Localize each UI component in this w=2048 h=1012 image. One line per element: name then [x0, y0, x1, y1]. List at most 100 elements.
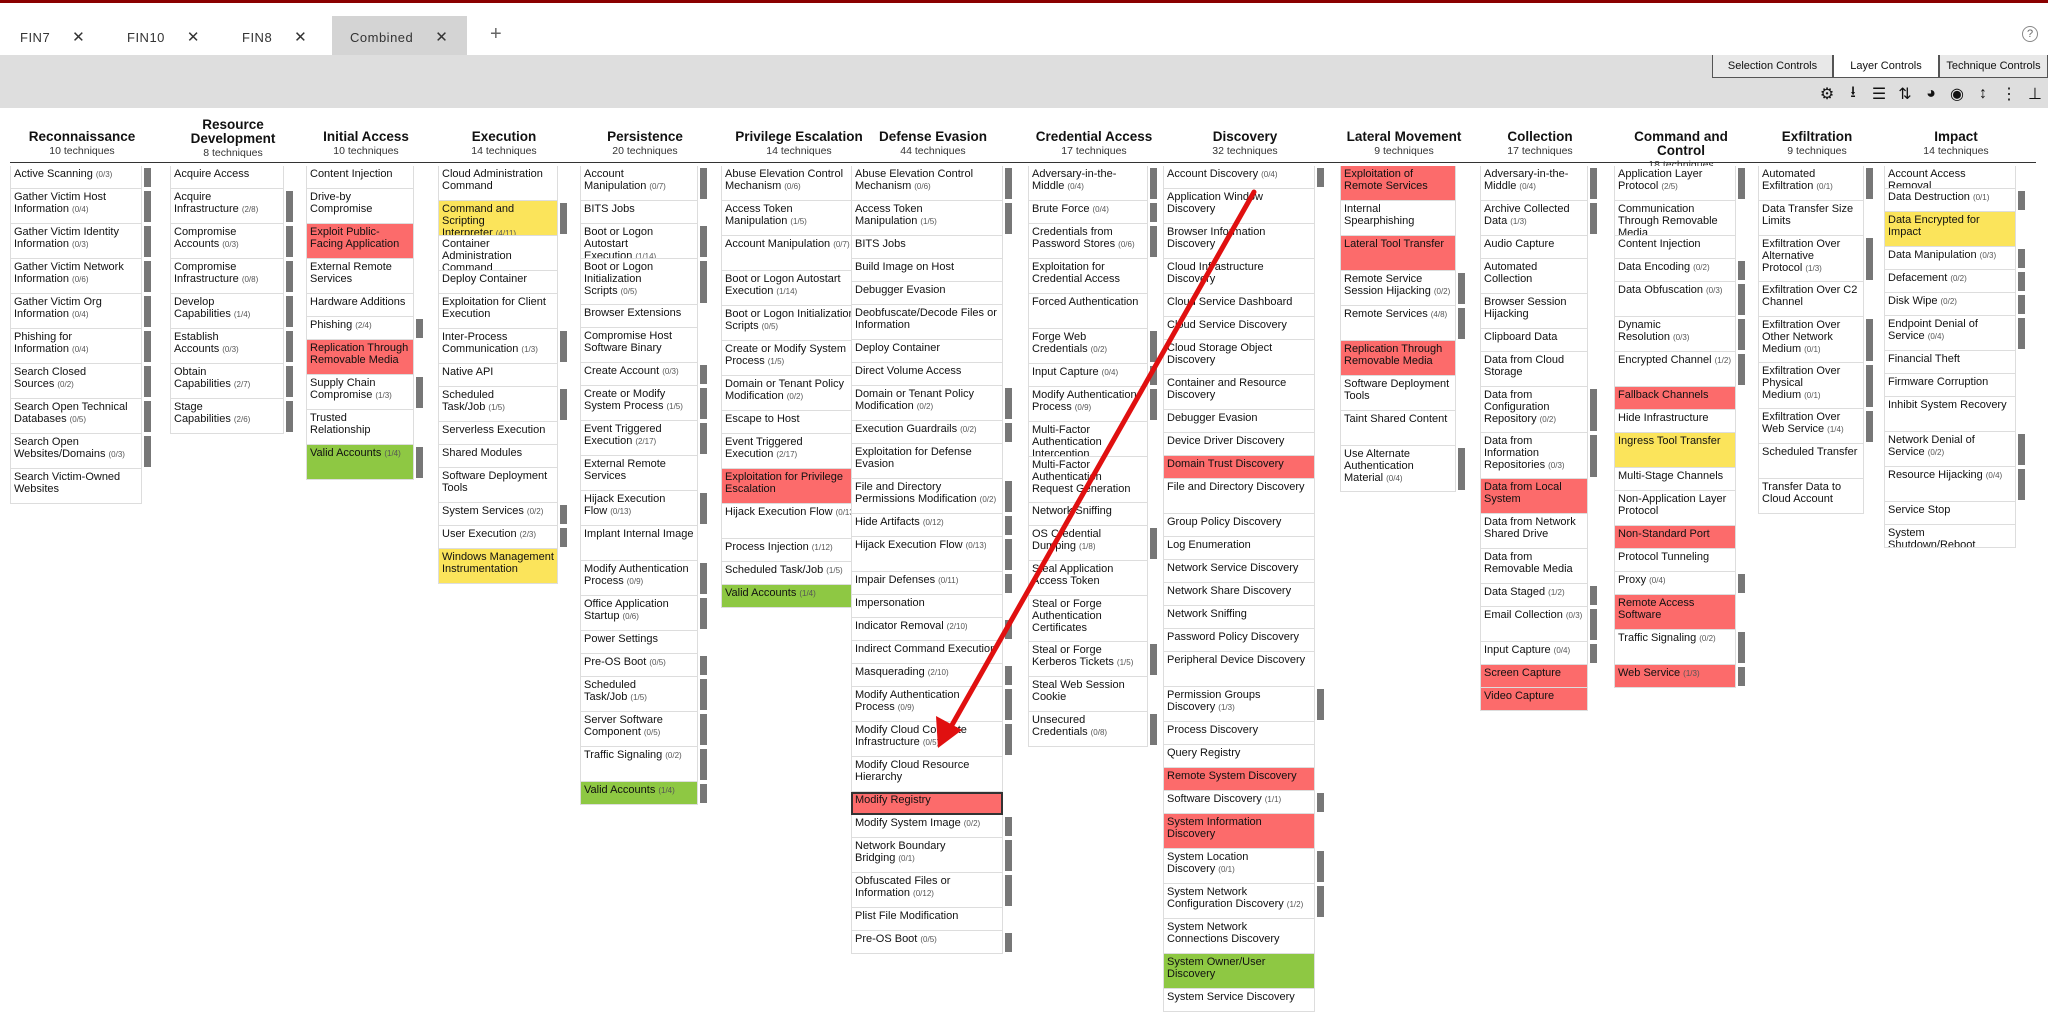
technique-cell[interactable]: Gather Victim Identity Information (0/3): [10, 224, 142, 259]
technique-cell[interactable]: Modify System Image (0/2): [851, 815, 1003, 838]
technique-cell[interactable]: Protocol Tunneling: [1614, 549, 1736, 572]
technique-cell[interactable]: Credentials from Password Stores (0/6): [1028, 224, 1148, 259]
expand-subtechniques-handle[interactable]: [1005, 666, 1012, 685]
expand-subtechniques-handle[interactable]: [700, 714, 707, 745]
close-icon[interactable]: ✕: [72, 28, 85, 46]
technique-cell[interactable]: Network Share Discovery: [1163, 583, 1315, 606]
technique-cell[interactable]: Browser Extensions: [580, 305, 698, 328]
expand-subtechniques-handle[interactable]: [1738, 574, 1745, 593]
technique-cell[interactable]: Domain or Tenant Policy Modification (0/2…: [851, 386, 1003, 421]
expand-subtechniques-handle[interactable]: [1005, 875, 1012, 906]
technique-cell[interactable]: Exploitation for Client Execution: [438, 294, 558, 329]
expand-subtechniques-handle[interactable]: [1005, 388, 1012, 419]
technique-cell[interactable]: Impair Defenses (0/11): [851, 572, 1003, 595]
technique-cell[interactable]: Endpoint Denial of Service (0/4): [1884, 316, 2016, 351]
technique-cell[interactable]: Remote System Discovery: [1163, 768, 1315, 791]
expand-subtechniques-handle[interactable]: [1150, 389, 1157, 420]
expand-subtechniques-handle[interactable]: [144, 296, 151, 327]
technique-cell[interactable]: Valid Accounts (1/4): [580, 782, 698, 805]
eye-icon[interactable]: ◉: [1944, 84, 1970, 104]
technique-cell[interactable]: Exploitation for Privilege Escalation: [721, 469, 865, 504]
technique-cell[interactable]: Traffic Signaling (0/2): [580, 747, 698, 782]
expand-subtechniques-handle[interactable]: [1738, 168, 1745, 199]
technique-cell[interactable]: Access Token Manipulation (1/5): [851, 201, 1003, 236]
technique-cell[interactable]: Modify Authentication Process (0/9): [580, 561, 698, 596]
expand-subtechniques-handle[interactable]: [1866, 365, 1873, 407]
technique-cell[interactable]: Abuse Elevation Control Mechanism (0/6): [721, 166, 865, 201]
expand-subtechniques-handle[interactable]: [286, 366, 293, 397]
technique-cell[interactable]: System Network Connections Discovery: [1163, 919, 1315, 954]
technique-cell[interactable]: Account Manipulation (0/7): [721, 236, 865, 271]
expand-subtechniques-handle[interactable]: [286, 331, 293, 362]
technique-cell[interactable]: Exploit Public-Facing Application: [306, 224, 414, 259]
technique-cell[interactable]: Develop Capabilities (1/4): [170, 294, 284, 329]
technique-cell[interactable]: Automated Exfiltration (0/1): [1758, 166, 1864, 201]
expand-subtechniques-handle[interactable]: [560, 331, 567, 362]
technique-cell[interactable]: Exfiltration Over Web Service (1/4): [1758, 409, 1864, 444]
technique-cell[interactable]: Drive-by Compromise: [306, 189, 414, 224]
technique-cell[interactable]: Data from Network Shared Drive: [1480, 514, 1588, 549]
technique-cell[interactable]: Debugger Evasion: [851, 282, 1003, 305]
layer-controls-tab[interactable]: Layer Controls: [1833, 55, 1939, 78]
expand-subtechniques-handle[interactable]: [144, 261, 151, 292]
technique-cell[interactable]: Transfer Data to Cloud Account: [1758, 479, 1864, 514]
expand-subtechniques-handle[interactable]: [2018, 318, 2025, 349]
technique-cell[interactable]: Exfiltration Over Other Network Medium (0…: [1758, 317, 1864, 363]
technique-cell[interactable]: Process Discovery: [1163, 722, 1315, 745]
expand-subtechniques-handle[interactable]: [2018, 272, 2025, 291]
technique-controls-tab[interactable]: Technique Controls: [1939, 55, 2048, 78]
technique-cell[interactable]: Active Scanning (0/3): [10, 166, 142, 189]
technique-cell[interactable]: Hide Artifacts (0/12): [851, 514, 1003, 537]
technique-cell[interactable]: Hide Infrastructure: [1614, 410, 1736, 433]
technique-cell[interactable]: Adversary-in-the-Middle (0/4): [1028, 166, 1148, 201]
technique-cell[interactable]: Lateral Tool Transfer: [1340, 236, 1456, 271]
technique-cell[interactable]: Domain Trust Discovery: [1163, 456, 1315, 479]
expand-subtechniques-handle[interactable]: [700, 261, 707, 303]
technique-cell[interactable]: Modify Cloud Compute Infrastructure (0/5): [851, 722, 1003, 757]
technique-cell[interactable]: Serverless Execution: [438, 422, 558, 445]
expand-subtechniques-handle[interactable]: [1738, 667, 1745, 686]
expand-subtechniques-handle[interactable]: [1150, 644, 1157, 675]
technique-cell[interactable]: Clipboard Data: [1480, 329, 1588, 352]
technique-cell[interactable]: Exfiltration Over C2 Channel: [1758, 282, 1864, 317]
technique-cell[interactable]: Process Injection (1/12): [721, 539, 865, 562]
technique-cell[interactable]: Stage Capabilities (2/6): [170, 399, 284, 434]
technique-cell[interactable]: Establish Accounts (0/3): [170, 329, 284, 364]
technique-cell[interactable]: Audio Capture: [1480, 236, 1588, 259]
expand-subtechniques-handle[interactable]: [144, 366, 151, 397]
technique-cell[interactable]: Boot or Logon Initialization Scripts (0/5…: [580, 259, 698, 305]
technique-cell[interactable]: Office Application Startup (0/6): [580, 596, 698, 631]
technique-cell[interactable]: Remote Service Session Hijacking (0/2): [1340, 271, 1456, 306]
tactic-header[interactable]: Exfiltration 9 techniques: [1758, 130, 1876, 158]
technique-cell[interactable]: Trusted Relationship: [306, 410, 414, 445]
expand-subtechniques-handle[interactable]: [1317, 168, 1324, 187]
expand-subtechniques-handle[interactable]: [1150, 203, 1157, 222]
technique-cell[interactable]: Server Software Component (0/5): [580, 712, 698, 747]
expand-subtechniques-handle[interactable]: [1590, 435, 1597, 477]
expand-subtechniques-handle[interactable]: [1738, 284, 1745, 315]
color-palette-icon[interactable]: ◕: [1918, 84, 1944, 104]
technique-cell[interactable]: Data from Local System: [1480, 479, 1588, 514]
technique-cell[interactable]: Communication Through Removable Media: [1614, 201, 1736, 236]
technique-cell[interactable]: Cloud Service Discovery: [1163, 317, 1315, 340]
technique-cell[interactable]: Boot or Logon Autostart Execution (1/14): [721, 271, 865, 306]
expand-subtechniques-handle[interactable]: [144, 436, 151, 467]
technique-cell[interactable]: Software Deployment Tools: [1340, 376, 1456, 411]
technique-cell[interactable]: System Location Discovery (0/1): [1163, 849, 1315, 884]
technique-cell[interactable]: Replication Through Removable Media: [306, 340, 414, 375]
technique-cell[interactable]: Network Denial of Service (0/2): [1884, 432, 2016, 467]
expand-subtechniques-handle[interactable]: [416, 319, 423, 338]
technique-cell[interactable]: Archive Collected Data (1/3): [1480, 201, 1588, 236]
technique-cell[interactable]: OS Credential Dumping (1/8): [1028, 526, 1148, 561]
expand-subtechniques-handle[interactable]: [1005, 574, 1012, 593]
technique-cell[interactable]: System Owner/User Discovery: [1163, 954, 1315, 989]
technique-cell[interactable]: Event Triggered Execution (2/17): [721, 434, 865, 469]
pin-icon[interactable]: ⊥: [2022, 84, 2048, 104]
technique-cell[interactable]: Unsecured Credentials (0/8): [1028, 712, 1148, 747]
technique-cell[interactable]: Adversary-in-the-Middle (0/4): [1480, 166, 1588, 201]
technique-cell[interactable]: Compromise Host Software Binary: [580, 328, 698, 363]
close-icon[interactable]: ✕: [187, 28, 200, 46]
technique-cell[interactable]: Access Token Manipulation (1/5): [721, 201, 865, 236]
technique-cell[interactable]: Gather Victim Host Information (0/4): [10, 189, 142, 224]
technique-cell[interactable]: Boot or Logon Initialization Scripts (0/5…: [721, 306, 865, 341]
